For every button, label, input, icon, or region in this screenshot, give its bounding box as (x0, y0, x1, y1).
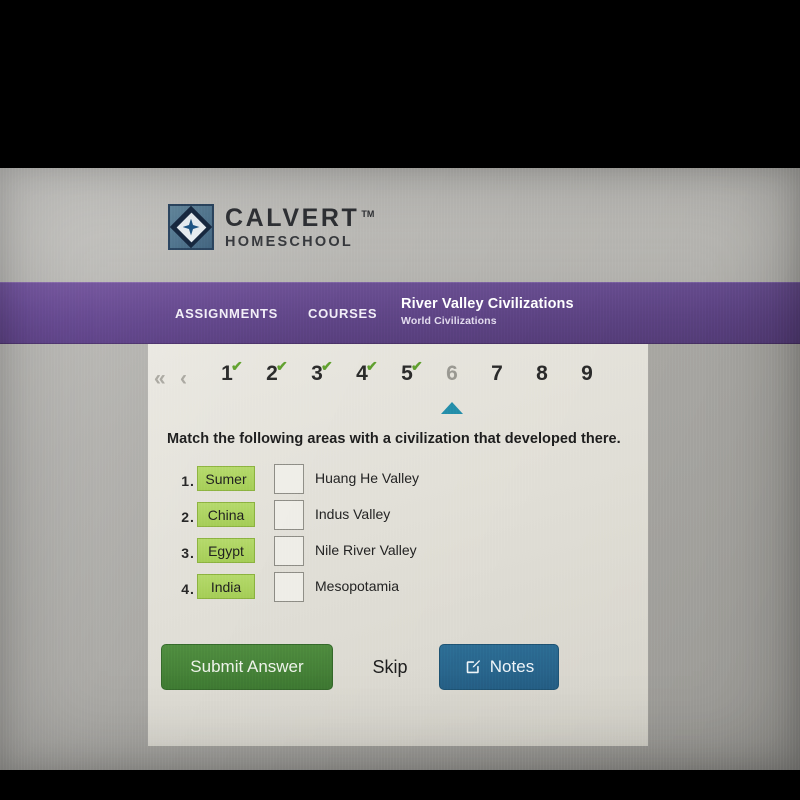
match-target-label: Nile River Valley (315, 542, 417, 558)
notes-button-label: Notes (489, 657, 535, 676)
photographed-screen: CALVERT TM HOMESCHOOL ASSIGNMENTS COURSES… (0, 0, 800, 800)
row-number-dot: . (190, 581, 194, 597)
answer-dropbox[interactable] (274, 572, 304, 602)
completed-check-icon: ✔ (276, 358, 288, 374)
site-header: CALVERT TM HOMESCHOOL (0, 168, 800, 282)
current-page-caret-icon (441, 402, 463, 414)
match-target-label: Indus Valley (315, 506, 391, 522)
row-number: 2 (181, 509, 189, 525)
pagination-page-label: 7 (491, 362, 503, 385)
previous-page-icon[interactable]: ‹ (180, 368, 187, 389)
pagination-page-9[interactable]: 9 (574, 362, 600, 386)
pagination-page-4[interactable]: 4 ✔ (349, 358, 378, 386)
pagination-page-7[interactable]: 7 (484, 362, 510, 386)
completed-check-icon: ✔ (321, 358, 333, 374)
main-navigation-bar: ASSIGNMENTS COURSES River Valley Civiliz… (0, 282, 800, 344)
answer-dropbox[interactable] (274, 500, 304, 530)
matching-row: 2. China Indus Valley (167, 500, 627, 536)
completed-check-icon: ✔ (411, 358, 423, 374)
pagination-page-3[interactable]: 3 ✔ (304, 358, 333, 386)
brand-name: CALVERT (225, 204, 360, 233)
pagination-page-label: 8 (536, 362, 548, 385)
course-title: River Valley Civilizations (401, 296, 574, 312)
matching-row: 1. Sumer Huang He Valley (167, 464, 627, 500)
match-target-label: Mesopotamia (315, 578, 400, 594)
diamond-star-icon (168, 204, 214, 250)
nav-item-courses[interactable]: COURSES (308, 306, 377, 321)
pagination-page-5[interactable]: 5 ✔ (394, 358, 423, 386)
matching-row: 3. Egypt Nile River Valley (167, 536, 627, 572)
edit-square-pencil-icon (464, 658, 482, 676)
draggable-answer-tile[interactable]: India (197, 574, 255, 599)
row-number: 1 (181, 473, 189, 489)
trademark-mark: TM (361, 208, 375, 219)
draggable-answer-tile[interactable]: Egypt (197, 538, 255, 563)
row-number-dot: . (190, 473, 194, 489)
row-number-dot: . (190, 545, 194, 561)
pagination-page-6[interactable]: 6 (439, 362, 465, 414)
course-subtitle: World Civilizations (401, 315, 497, 327)
pagination-page-8[interactable]: 8 (529, 362, 555, 386)
answer-dropbox[interactable] (274, 536, 304, 566)
question-pagination: « ‹ 1 ✔ 2 ✔ 3 ✔ 4 ✔ 5 ✔ 6 7 8 9 (148, 352, 648, 414)
match-target-label: Huang He Valley (315, 470, 420, 486)
notes-button[interactable]: Notes (439, 644, 559, 690)
brand-subname: HOMESCHOOL (225, 234, 354, 251)
completed-check-icon: ✔ (366, 358, 378, 374)
submit-answer-button[interactable]: Submit Answer (161, 644, 333, 690)
question-prompt: Match the following areas with a civiliz… (167, 431, 621, 447)
completed-check-icon: ✔ (231, 358, 243, 374)
draggable-answer-tile[interactable]: China (197, 502, 255, 527)
current-course-label: River Valley Civilizations World Civiliz… (401, 296, 574, 327)
row-number: 3 (181, 545, 189, 561)
brand-logo[interactable]: CALVERT TM HOMESCHOOL (168, 204, 374, 250)
first-page-icon[interactable]: « (154, 368, 166, 389)
draggable-answer-tile[interactable]: Sumer (197, 466, 255, 491)
row-number-dot: . (190, 509, 194, 525)
lesson-content-card: « ‹ 1 ✔ 2 ✔ 3 ✔ 4 ✔ 5 ✔ 6 7 8 9 Match the following a… (148, 344, 648, 746)
browser-screen: CALVERT TM HOMESCHOOL ASSIGNMENTS COURSES… (0, 168, 800, 770)
row-number: 4 (181, 581, 189, 597)
answer-dropbox[interactable] (274, 464, 304, 494)
matching-rows: 1. Sumer Huang He Valley 2. China Indus Valle… (167, 464, 627, 608)
pagination-page-1[interactable]: 1 ✔ (214, 358, 243, 386)
matching-row: 4. India Mesopotamia (167, 572, 627, 608)
nav-item-assignments[interactable]: ASSIGNMENTS (175, 306, 278, 321)
brand-wordmark: CALVERT TM HOMESCHOOL (225, 204, 374, 250)
pagination-page-2[interactable]: 2 ✔ (259, 358, 288, 386)
pagination-page-label: 6 (446, 362, 458, 385)
pagination-page-label: 9 (581, 362, 593, 385)
skip-button[interactable]: Skip (351, 644, 429, 690)
